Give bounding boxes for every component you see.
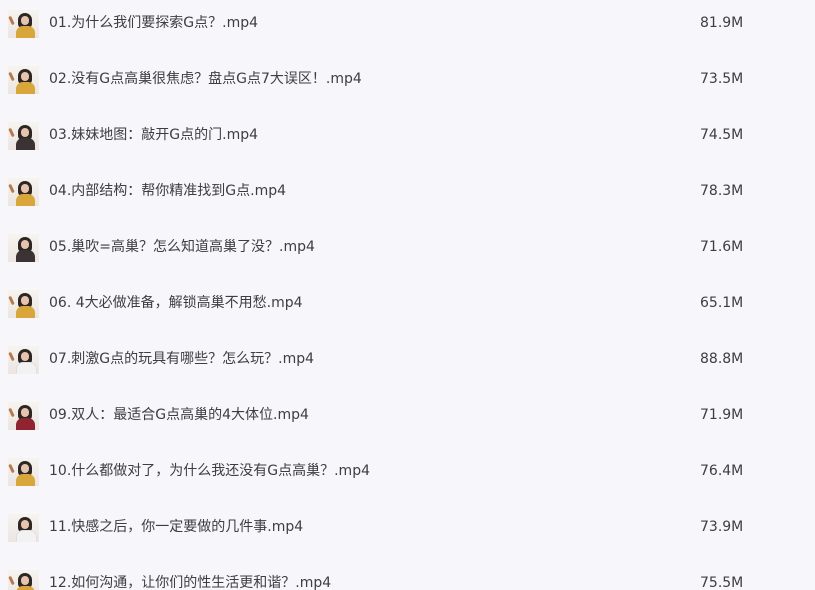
file-name: 01.为什么我们要探索G点？.mp4	[49, 15, 258, 31]
video-thumbnail-icon	[8, 10, 39, 38]
file-size: 76.4M	[700, 463, 744, 479]
video-thumbnail-icon	[8, 178, 39, 206]
file-size: 88.8M	[700, 351, 744, 367]
file-name: 11.快感之后，你一定要做的几件事.mp4	[49, 519, 304, 535]
file-list: 01.为什么我们要探索G点？.mp4 81.9M 02.没有G点高巢很焦虑？盘点…	[0, 0, 815, 590]
file-name: 04.内部结构：帮你精准找到G点.mp4	[49, 183, 286, 199]
file-row[interactable]: 05.巢吹=高巢？怎么知道高巢了没？.mp4 71.6M	[0, 224, 815, 280]
file-row[interactable]: 03.妹妹地图：敲开G点的门.mp4 74.5M	[0, 112, 815, 168]
file-size: 73.5M	[700, 71, 744, 87]
file-size: 78.3M	[700, 183, 744, 199]
file-row[interactable]: 07.刺激G点的玩具有哪些？怎么玩？.mp4 88.8M	[0, 336, 815, 392]
file-row[interactable]: 01.为什么我们要探索G点？.mp4 81.9M	[0, 0, 815, 56]
file-size: 73.9M	[700, 519, 744, 535]
file-row[interactable]: 12.如何沟通，让你们的性生活更和谐？.mp4 75.5M	[0, 560, 815, 590]
video-thumbnail-icon	[8, 66, 39, 94]
file-size: 71.6M	[700, 239, 744, 255]
file-name: 07.刺激G点的玩具有哪些？怎么玩？.mp4	[49, 351, 314, 367]
file-row[interactable]: 10.什么都做对了，为什么我还没有G点高巢？.mp4 76.4M	[0, 448, 815, 504]
video-thumbnail-icon	[8, 290, 39, 318]
file-name: 03.妹妹地图：敲开G点的门.mp4	[49, 127, 258, 143]
file-name: 10.什么都做对了，为什么我还没有G点高巢？.mp4	[49, 463, 370, 479]
video-thumbnail-icon	[8, 346, 39, 374]
file-row[interactable]: 02.没有G点高巢很焦虑？盘点G点7大误区！.mp4 73.5M	[0, 56, 815, 112]
video-thumbnail-icon	[8, 402, 39, 430]
file-size: 75.5M	[700, 575, 744, 590]
file-name: 09.双人：最适合G点高巢的4大体位.mp4	[49, 407, 309, 423]
file-name: 05.巢吹=高巢？怎么知道高巢了没？.mp4	[49, 239, 315, 255]
file-name: 12.如何沟通，让你们的性生活更和谐？.mp4	[49, 575, 332, 590]
file-size: 74.5M	[700, 127, 744, 143]
video-thumbnail-icon	[8, 514, 39, 542]
file-size: 71.9M	[700, 407, 744, 423]
file-name: 06. 4大必做准备，解锁高巢不用愁.mp4	[49, 295, 303, 311]
file-size: 65.1M	[700, 295, 744, 311]
file-row[interactable]: 04.内部结构：帮你精准找到G点.mp4 78.3M	[0, 168, 815, 224]
file-row[interactable]: 06. 4大必做准备，解锁高巢不用愁.mp4 65.1M	[0, 280, 815, 336]
file-row[interactable]: 11.快感之后，你一定要做的几件事.mp4 73.9M	[0, 504, 815, 560]
video-thumbnail-icon	[8, 570, 39, 590]
file-name: 02.没有G点高巢很焦虑？盘点G点7大误区！.mp4	[49, 71, 362, 87]
file-size: 81.9M	[700, 15, 744, 31]
video-thumbnail-icon	[8, 234, 39, 262]
video-thumbnail-icon	[8, 458, 39, 486]
video-thumbnail-icon	[8, 122, 39, 150]
file-row[interactable]: 09.双人：最适合G点高巢的4大体位.mp4 71.9M	[0, 392, 815, 448]
